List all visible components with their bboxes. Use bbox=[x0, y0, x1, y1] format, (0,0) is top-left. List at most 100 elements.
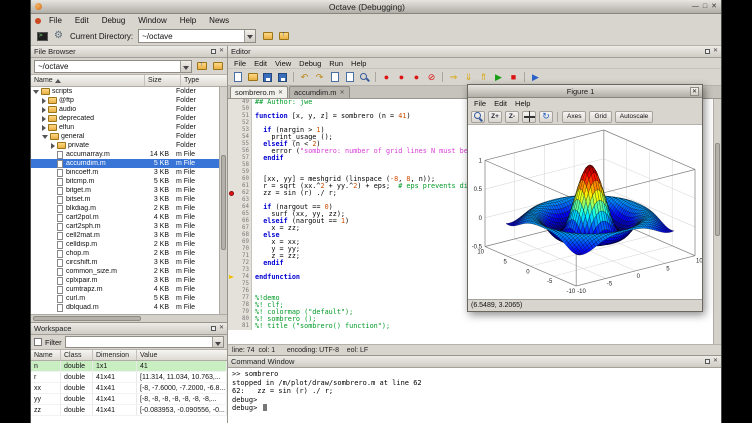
current-directory-combobox[interactable]: ~/octave bbox=[138, 29, 256, 43]
continue-icon[interactable]: ▶ bbox=[492, 71, 505, 84]
tree-file-bincoeff.m[interactable]: bincoeff.m3 KBm File bbox=[31, 168, 219, 177]
filter-combobox[interactable] bbox=[65, 336, 224, 348]
workspace-header[interactable]: Workspace ✕ bbox=[31, 323, 227, 335]
tree-folder-audio[interactable]: audioFolder bbox=[31, 105, 219, 114]
tree-file-cell2mat.m[interactable]: cell2mat.m3 KBm File bbox=[31, 231, 219, 240]
figure-menu-file[interactable]: File bbox=[470, 99, 490, 108]
close-icon[interactable]: ✕ bbox=[713, 49, 718, 54]
folder-actions-icon[interactable] bbox=[211, 60, 224, 73]
workspace-row-zz[interactable]: zzdouble41x41[-0.083953, -0.090556, -0..… bbox=[31, 405, 227, 416]
collapse-icon[interactable] bbox=[42, 135, 48, 139]
figure-plot-canvas[interactable] bbox=[468, 125, 702, 299]
workspace-row-xx[interactable]: xxdouble41x41[-8, -7.6000, -7.2000, -6.8… bbox=[31, 383, 227, 394]
scrollbar-thumb[interactable] bbox=[33, 316, 141, 321]
close-icon[interactable]: ✕ bbox=[219, 49, 224, 54]
tree-file-bitset.m[interactable]: bitset.m3 KBm File bbox=[31, 195, 219, 204]
step-icon[interactable]: ⇒ bbox=[447, 71, 460, 84]
tree-file-bitget.m[interactable]: bitget.m3 KBm File bbox=[31, 186, 219, 195]
tree-folder-general[interactable]: generalFolder bbox=[31, 132, 219, 141]
tree-folder-elfun[interactable]: elfunFolder bbox=[31, 123, 219, 132]
workspace-row-r[interactable]: rdouble41x41[11.314, 11.034, 10.763,... bbox=[31, 372, 227, 383]
ws-column-name[interactable]: Name bbox=[31, 350, 61, 360]
tree-file-cart2pol.m[interactable]: cart2pol.m4 KBm File bbox=[31, 213, 219, 222]
expand-icon[interactable] bbox=[42, 107, 46, 113]
paste-icon[interactable] bbox=[343, 71, 356, 84]
figure-titlebar[interactable]: Figure 1 ✕ bbox=[468, 85, 702, 98]
figure-menu-edit[interactable]: Edit bbox=[490, 99, 511, 108]
zoom-out-button[interactable]: Z- bbox=[505, 111, 519, 123]
tab-sombrero.m[interactable]: sombrero.m✕ bbox=[230, 86, 288, 98]
step-out-icon[interactable]: ⇑ bbox=[477, 71, 490, 84]
redo-icon[interactable]: ↷ bbox=[313, 71, 326, 84]
workspace-row-yy[interactable]: yydouble41x41[-8, -8, -8, -8, -8, -8, -8… bbox=[31, 394, 227, 405]
command-window-header[interactable]: Command Window ✕ bbox=[228, 356, 721, 368]
settings-icon[interactable] bbox=[52, 30, 65, 43]
open-file-icon[interactable] bbox=[246, 71, 259, 84]
close-icon[interactable]: ✕ bbox=[340, 89, 345, 96]
breakpoint-marker[interactable] bbox=[229, 191, 234, 196]
expand-icon[interactable] bbox=[42, 98, 46, 104]
copy-icon[interactable] bbox=[328, 71, 341, 84]
tree-file-accumdim.m[interactable]: accumdim.m5 KBm File bbox=[31, 159, 219, 168]
menu-help[interactable]: Help bbox=[175, 16, 201, 25]
scrollbar-thumb[interactable] bbox=[221, 155, 226, 250]
remove-all-breakpoints-icon[interactable]: ⊘ bbox=[425, 71, 438, 84]
tree-file-bitcmp.m[interactable]: bitcmp.m5 KBm File bbox=[31, 177, 219, 186]
file-browser-hscrollbar[interactable] bbox=[31, 314, 227, 322]
find-icon[interactable] bbox=[358, 71, 371, 84]
menu-edit[interactable]: Edit bbox=[70, 16, 94, 25]
ws-column-class[interactable]: Class bbox=[61, 350, 93, 360]
menu-debug[interactable]: Debug bbox=[97, 16, 131, 25]
tree-file-chop.m[interactable]: chop.m2 KBm File bbox=[31, 249, 219, 258]
figure-menu-help[interactable]: Help bbox=[511, 99, 534, 108]
figure-close-button[interactable]: ✕ bbox=[690, 87, 699, 96]
figure-plot-area[interactable] bbox=[468, 125, 702, 299]
save-and-run-icon[interactable]: ▶ bbox=[529, 71, 542, 84]
figure-window[interactable]: Figure 1 ✕ FileEditHelp Z+Z-↻ AxesGridAu… bbox=[467, 84, 703, 312]
tree-file-cumtrapz.m[interactable]: cumtrapz.m4 KBm File bbox=[31, 285, 219, 294]
editor-vscrollbar[interactable] bbox=[713, 99, 721, 344]
tree-file-dblquad.m[interactable]: dblquad.m4 KBm File bbox=[31, 303, 219, 312]
tree-file-circshift.m[interactable]: circshift.m3 KBm File bbox=[31, 258, 219, 267]
previous-breakpoint-icon[interactable]: ● bbox=[410, 71, 423, 84]
chevron-down-icon[interactable] bbox=[180, 61, 191, 72]
folder-up-icon[interactable] bbox=[195, 60, 208, 73]
tree-folder-@ftp[interactable]: @ftpFolder bbox=[31, 96, 219, 105]
menu-window[interactable]: Window bbox=[133, 16, 171, 25]
menu-news[interactable]: News bbox=[204, 16, 234, 25]
browse-directory-icon[interactable] bbox=[261, 30, 274, 43]
fb-column-name[interactable]: Name bbox=[31, 75, 145, 86]
command-output[interactable]: >> sombrerostopped in /m/plot/draw/sombr… bbox=[228, 368, 721, 423]
editor-header[interactable]: Editor ✕ bbox=[228, 46, 721, 58]
file-browser-vscrollbar[interactable] bbox=[219, 87, 227, 314]
zoom-in-button[interactable]: Z+ bbox=[488, 111, 502, 123]
expand-icon[interactable] bbox=[42, 125, 46, 131]
figure-autoscale-button[interactable]: Autoscale bbox=[615, 111, 654, 123]
pan-icon[interactable] bbox=[522, 111, 536, 123]
zoom-icon[interactable] bbox=[471, 111, 485, 123]
exit-debug-icon[interactable]: ■ bbox=[507, 71, 520, 84]
tab-accumdim.m[interactable]: accumdim.m✕ bbox=[289, 86, 350, 98]
tree-file-cplxpair.m[interactable]: cplxpair.m3 KBm File bbox=[31, 276, 219, 285]
editor-menu-run[interactable]: Run bbox=[325, 59, 347, 68]
close-icon[interactable]: ✕ bbox=[278, 89, 283, 96]
ws-column-value[interactable]: Value bbox=[137, 350, 227, 360]
workspace-row-n[interactable]: ndouble1x141 bbox=[31, 361, 227, 372]
tree-file-common_size.m[interactable]: common_size.m2 KBm File bbox=[31, 267, 219, 276]
expand-icon[interactable] bbox=[42, 116, 46, 122]
ws-column-dimension[interactable]: Dimension bbox=[93, 350, 137, 360]
fb-column-type[interactable]: Type bbox=[181, 75, 227, 86]
tree-folder-private[interactable]: privateFolder bbox=[31, 141, 219, 150]
editor-menu-edit[interactable]: Edit bbox=[250, 59, 271, 68]
tree-file-curl.m[interactable]: curl.m5 KBm File bbox=[31, 294, 219, 303]
directory-up-icon[interactable] bbox=[277, 30, 290, 43]
maximize-button[interactable]: □ bbox=[703, 2, 707, 11]
minimize-button[interactable]: — bbox=[692, 2, 699, 11]
new-script-icon[interactable] bbox=[231, 71, 244, 84]
expand-icon[interactable] bbox=[51, 143, 55, 149]
close-icon[interactable]: ✕ bbox=[713, 359, 718, 364]
figure-axes-button[interactable]: Axes bbox=[562, 111, 586, 123]
undock-icon[interactable] bbox=[705, 359, 710, 364]
close-button[interactable]: ✕ bbox=[711, 2, 717, 11]
terminal-icon[interactable] bbox=[36, 30, 49, 43]
